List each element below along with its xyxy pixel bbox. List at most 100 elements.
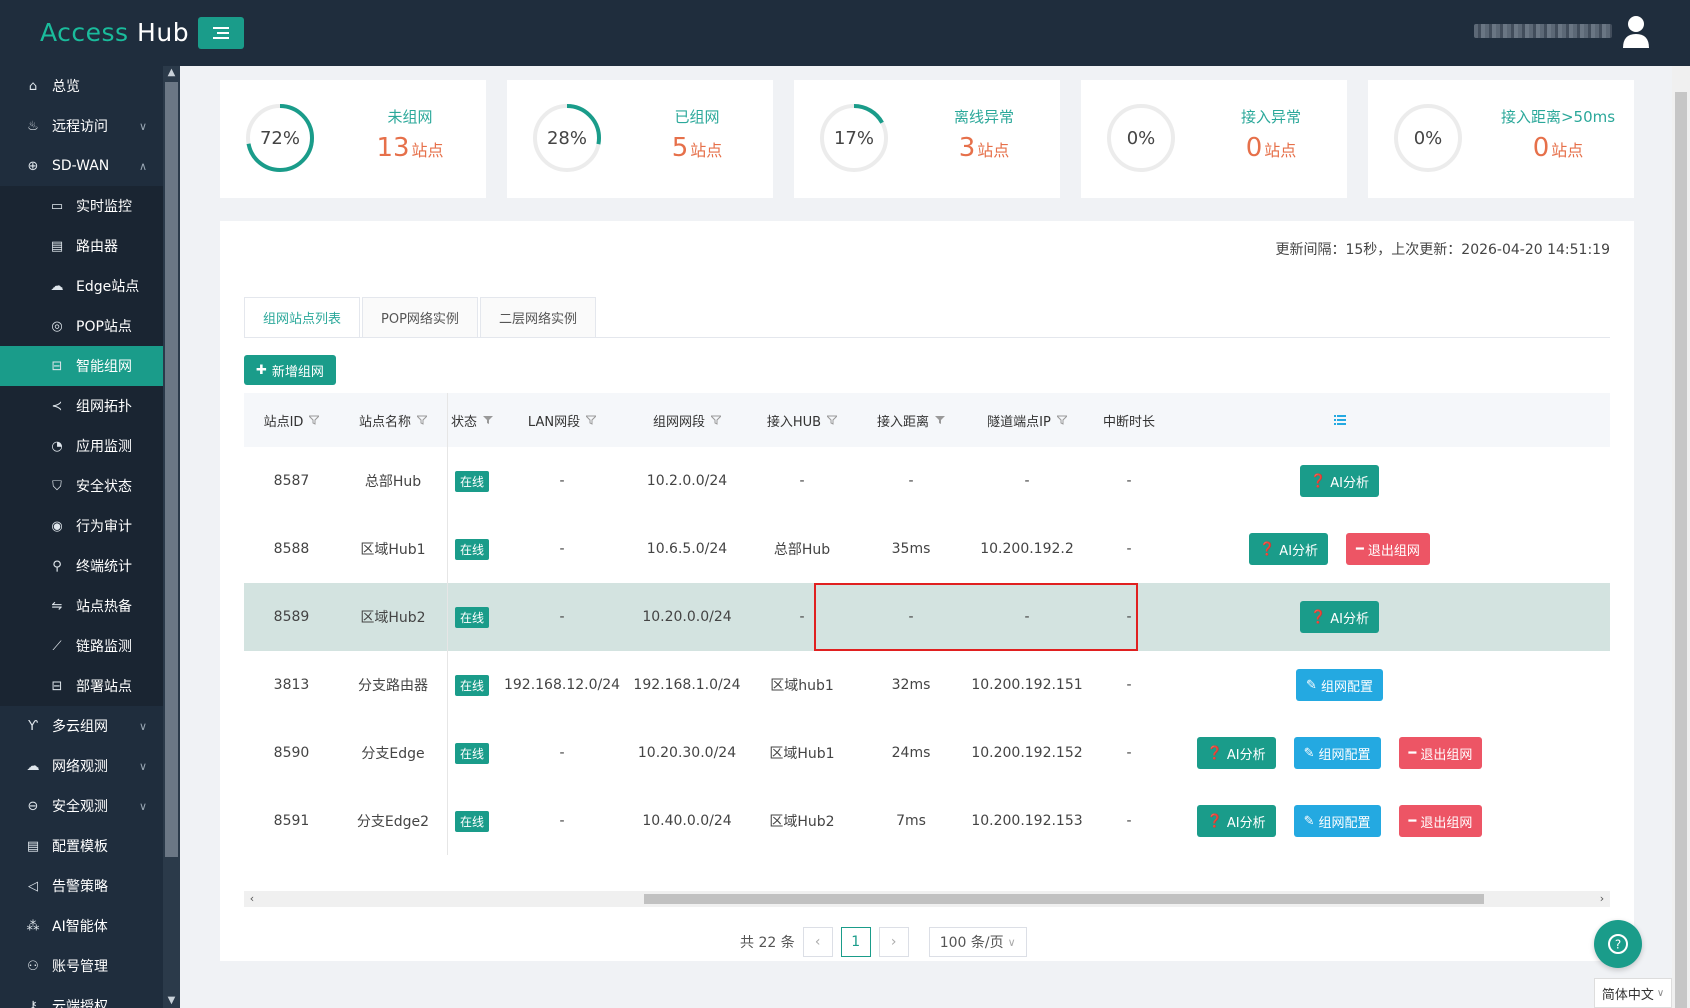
sdwan-submenu: ▭ 实时监控 ▤ 路由器 ☁ Edge站点 ◎ POP站点 ⊟ 智能组网 ≺ 组网拓扑 ◔ 应… xyxy=(0,186,163,706)
menu-toggle-button[interactable] xyxy=(198,17,244,49)
filter-icon[interactable] xyxy=(417,415,427,425)
filter-icon[interactable] xyxy=(586,415,597,425)
scroll-left-arrow-icon[interactable]: ‹ xyxy=(244,891,260,907)
sidebar-item-link-monitor[interactable]: ⟋ 链路监测 xyxy=(0,626,163,666)
table-horizontal-scrollbar[interactable]: ‹ › xyxy=(244,891,1610,907)
sidebar-item-hot-standby[interactable]: ⇋ 站点热备 xyxy=(0,586,163,626)
sidebar-item-config-template[interactable]: ▤ 配置模板 xyxy=(0,826,163,866)
cell-tunnel-ip: - xyxy=(1024,473,1030,489)
sidebar-item-account[interactable]: ⚇ 账号管理 xyxy=(0,946,163,986)
page-number-button[interactable]: 1 xyxy=(840,927,871,957)
col-net-segment[interactable]: 组网网段 xyxy=(627,411,747,430)
sidebar-item-terminal-stats[interactable]: ⚲ 终端统计 xyxy=(0,546,163,586)
col-distance[interactable]: 接入距离 xyxy=(857,411,965,430)
sidebar-item-network-observe[interactable]: ☁ 网络观测 ∨ xyxy=(0,746,163,786)
stat-title: 接入距离>50ms xyxy=(1500,108,1616,126)
help-button[interactable]: ? xyxy=(1594,920,1642,968)
edit-icon: ✎ xyxy=(1303,745,1315,761)
user-menu[interactable] xyxy=(1474,14,1650,48)
sidebar-item-cloud-license[interactable]: ⚷ 云端授权 xyxy=(0,986,163,1008)
sidebar-item-sdwan[interactable]: ⊕ SD-WAN ∧ xyxy=(0,146,163,186)
next-page-button[interactable]: › xyxy=(878,927,909,957)
scroll-right-arrow-icon[interactable]: › xyxy=(1594,891,1610,907)
page-size-select[interactable]: 100 条/页 ∨ xyxy=(928,927,1027,957)
filter-icon[interactable] xyxy=(711,415,721,425)
col-tunnel-ip[interactable]: 隧道端点IP xyxy=(965,411,1089,430)
stat-value: 5 xyxy=(671,133,689,163)
scroll-up-arrow-icon[interactable]: ▲ xyxy=(163,66,180,80)
exit-network-button[interactable]: ━ 退出组网 xyxy=(1346,533,1430,565)
filter-icon[interactable] xyxy=(309,415,320,425)
sidebar-item-router[interactable]: ▤ 路由器 xyxy=(0,226,163,266)
prev-page-button[interactable]: ‹ xyxy=(802,927,833,957)
tab-l2-instance[interactable]: 二层网络实例 xyxy=(479,297,596,337)
table-header: 站点ID 站点名称 状态 LAN网段 组网网段 接入HUB 接入距离 隧道端点I… xyxy=(244,393,1610,447)
filter-icon[interactable] xyxy=(935,415,945,425)
sidebar-item-deploy-site[interactable]: ⊟ 部署站点 xyxy=(0,666,163,706)
page-scroll-thumb[interactable] xyxy=(1675,92,1687,1008)
table-row[interactable]: 8590 分支Edge 在线 - 10.20.30.0/24 区域Hub1 24… xyxy=(244,719,1610,787)
sidebar-item-pop-site[interactable]: ◎ POP站点 xyxy=(0,306,163,346)
sidebar-item-behavior-audit[interactable]: ◉ 行为审计 xyxy=(0,506,163,546)
col-status[interactable]: 状态 xyxy=(447,411,497,430)
exit-network-button[interactable]: ━ 退出组网 xyxy=(1398,737,1483,769)
nodes-icon: ⁂ xyxy=(26,918,40,934)
col-lan[interactable]: LAN网段 xyxy=(497,411,627,430)
cell-net-segment: 192.168.1.0/24 xyxy=(633,677,741,693)
ai-analysis-button[interactable]: ❓ AI分析 xyxy=(1196,737,1276,769)
question-circle-icon: ❓ xyxy=(1310,609,1327,625)
filter-icon[interactable] xyxy=(827,415,838,425)
language-select[interactable]: 简体中文 ∨ xyxy=(1594,978,1672,1008)
sidebar-item-security-observe[interactable]: ⊖ 安全观测 ∨ xyxy=(0,786,163,826)
table-row[interactable]: 3813 分支路由器 在线 192.168.12.0/24 192.168.1.… xyxy=(244,651,1610,719)
tab-pop-instance[interactable]: POP网络实例 xyxy=(362,297,478,337)
horizontal-scroll-thumb[interactable] xyxy=(644,894,1484,904)
col-site-id[interactable]: 站点ID xyxy=(244,411,339,430)
sidebar-item-multicloud[interactable]: Ƴ 多云组网 ∨ xyxy=(0,706,163,746)
ai-analysis-button[interactable]: ❓ AI分析 xyxy=(1249,533,1329,565)
column-settings-icon[interactable] xyxy=(1333,415,1346,425)
exit-network-button[interactable]: ━ 退出组网 xyxy=(1398,805,1483,837)
stat-title: 已组网 xyxy=(674,108,720,126)
sidebar-item-app-monitor[interactable]: ◔ 应用监测 xyxy=(0,426,163,466)
network-config-button[interactable]: ✎ 组网配置 xyxy=(1293,805,1381,837)
sidebar-item-remote-access[interactable]: ♨ 远程访问 ∨ xyxy=(0,106,163,146)
table-row[interactable]: 8591 分支Edge2 在线 - 10.40.0.0/24 区域Hub2 7m… xyxy=(244,787,1610,855)
add-network-button[interactable]: ✚ 新增组网 xyxy=(244,355,336,385)
page-scrollbar[interactable] xyxy=(1672,66,1690,1008)
question-circle-icon: ❓ xyxy=(1259,541,1276,557)
cloud-icon: ☁ xyxy=(26,758,40,774)
stat-value: 3 xyxy=(958,133,976,163)
col-hub[interactable]: 接入HUB xyxy=(747,411,857,430)
sidebar-item-overview[interactable]: ⌂ 总览 xyxy=(0,66,163,106)
file-icon: ▤ xyxy=(26,838,40,854)
sidebar-item-alert-policy[interactable]: ◁ 告警策略 xyxy=(0,866,163,906)
tab-site-list[interactable]: 组网站点列表 xyxy=(244,297,361,337)
stat-unit: 站点 xyxy=(977,141,1010,160)
column-divider xyxy=(447,651,448,719)
col-site-name[interactable]: 站点名称 xyxy=(339,411,447,430)
ai-analysis-button[interactable]: ❓ AI分析 xyxy=(1196,805,1276,837)
app-logo[interactable]: Access Hub xyxy=(40,18,189,47)
table-row[interactable]: 8587 总部Hub 在线 - 10.2.0.0/24 - - - - ❓ AI分… xyxy=(244,447,1610,515)
sidebar-item-smart-network[interactable]: ⊟ 智能组网 xyxy=(0,346,163,386)
filter-icon[interactable] xyxy=(1056,415,1067,425)
ai-analysis-button[interactable]: ❓ AI分析 xyxy=(1300,465,1379,497)
table-row-selected[interactable]: 8589 区域Hub2 在线 - 10.20.0.0/24 - - - - ❓ A… xyxy=(244,583,1610,651)
sidebar-item-ai-agent[interactable]: ⁂ AI智能体 xyxy=(0,906,163,946)
sidebar-item-edge-site[interactable]: ☁ Edge站点 xyxy=(0,266,163,306)
sidebar-item-security-status[interactable]: ⛉ 安全状态 xyxy=(0,466,163,506)
sidebar-scrollbar[interactable]: ▲ ▼ xyxy=(163,66,180,1008)
sidebar-item-realtime-monitor[interactable]: ▭ 实时监控 xyxy=(0,186,163,226)
col-actions[interactable] xyxy=(1169,415,1510,425)
ai-analysis-button[interactable]: ❓ AI分析 xyxy=(1300,601,1379,633)
network-config-button[interactable]: ✎ 组网配置 xyxy=(1296,669,1383,701)
sidebar-nav: ⌂ 总览 ♨ 远程访问 ∨ ⊕ SD-WAN ∧ xyxy=(0,66,163,186)
filter-icon[interactable] xyxy=(483,415,493,425)
username-blurred xyxy=(1474,24,1612,38)
table-row[interactable]: 8588 区域Hub1 在线 - 10.6.5.0/24 总部Hub 35ms … xyxy=(244,515,1610,583)
network-config-button[interactable]: ✎ 组网配置 xyxy=(1293,737,1381,769)
sidebar-item-topology[interactable]: ≺ 组网拓扑 xyxy=(0,386,163,426)
scroll-down-arrow-icon[interactable]: ▼ xyxy=(163,994,180,1008)
sidebar-scroll-thumb[interactable] xyxy=(165,82,178,857)
